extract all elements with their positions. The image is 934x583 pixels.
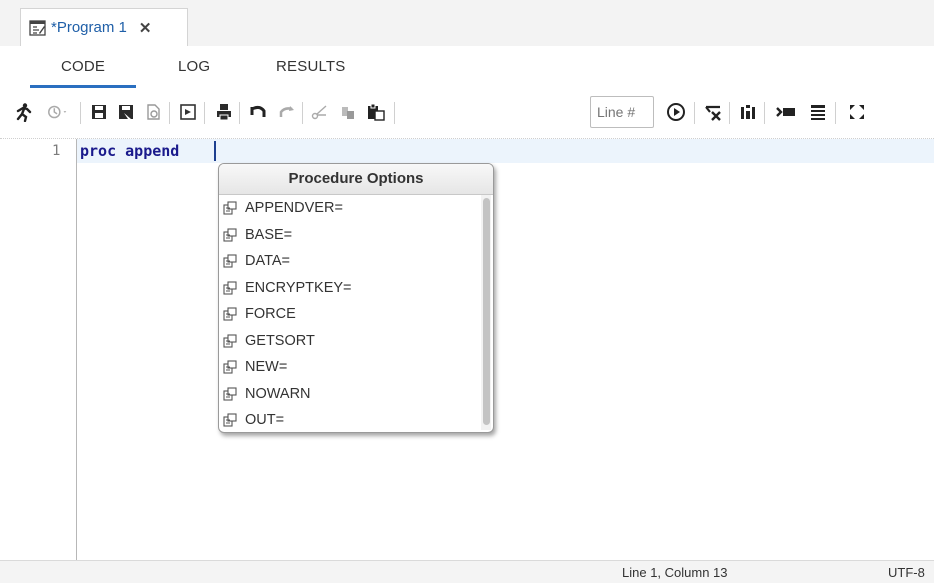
popup-list: APPENDVER= BASE= DATA= ENCRYPTKEY= FORCE GETS… [219, 195, 481, 432]
close-tab-icon[interactable]: ✕ [139, 19, 152, 37]
status-bar: Line 1, Column 13 UTF-8 [0, 560, 934, 583]
toolbar-separator [835, 102, 836, 124]
toolbar-separator [239, 102, 240, 124]
tab-log[interactable]: LOG [178, 58, 210, 75]
option-icon [223, 360, 237, 374]
print-icon[interactable] [212, 100, 236, 124]
popup-item-label: ENCRYPTKEY= [245, 279, 352, 296]
code-line[interactable]: proc append [80, 142, 188, 160]
popup-item[interactable]: NOWARN [219, 381, 481, 408]
popup-item[interactable]: APPENDVER= [219, 195, 481, 222]
paste-icon[interactable] [364, 100, 388, 124]
autocomplete-popup[interactable]: Procedure Options APPENDVER= BASE= DATA= EN… [218, 163, 494, 433]
line-number: 1 [52, 143, 61, 159]
undo-icon[interactable] [246, 100, 270, 124]
popup-item-label: DATA= [245, 253, 290, 270]
popup-item-label: NOWARN [245, 385, 311, 402]
run-icon[interactable] [12, 100, 36, 124]
popup-item[interactable]: BASE= [219, 222, 481, 249]
popup-item-label: NEW= [245, 359, 288, 376]
option-icon [223, 228, 237, 242]
copy-icon[interactable] [336, 100, 360, 124]
option-icon [223, 201, 237, 215]
editor-toolbar [0, 88, 934, 139]
popup-scroll-thumb[interactable] [483, 198, 490, 425]
current-line-highlight [77, 139, 934, 163]
option-icon [223, 281, 237, 295]
editor-subtabs: CODE LOG RESULTS [0, 46, 934, 88]
toolbar-separator [764, 102, 765, 124]
line-number-input[interactable] [590, 96, 654, 128]
toolbar-separator [80, 102, 81, 124]
option-icon [223, 307, 237, 321]
popup-item[interactable]: FORCE [219, 301, 481, 328]
popup-title: Procedure Options [219, 164, 493, 195]
toolbar-separator [694, 102, 695, 124]
save-icon[interactable] [87, 100, 111, 124]
encoding: UTF-8 [888, 565, 925, 580]
format-icon[interactable] [736, 100, 760, 124]
cursor-position: Line 1, Column 13 [622, 565, 728, 580]
outline-icon[interactable] [806, 100, 830, 124]
option-icon [223, 387, 237, 401]
popup-item-label: GETSORT [245, 332, 315, 349]
program-tab[interactable]: *Program 1 ✕ [20, 8, 188, 46]
toolbar-separator [302, 102, 303, 124]
option-icon [223, 254, 237, 268]
option-icon [223, 413, 237, 427]
popup-item-label: APPENDVER= [245, 200, 343, 217]
clear-icon[interactable] [701, 100, 725, 124]
line-gutter [30, 139, 77, 560]
popup-item-label: FORCE [245, 306, 296, 323]
new-icon[interactable] [141, 100, 165, 124]
tab-results[interactable]: RESULTS [276, 58, 345, 75]
cut-icon[interactable] [308, 100, 332, 124]
text-caret [214, 141, 216, 161]
popup-item[interactable]: DATA= [219, 248, 481, 275]
add-snippet-icon[interactable] [774, 100, 798, 124]
toolbar-separator [169, 102, 170, 124]
option-icon [223, 334, 237, 348]
maximize-icon[interactable] [845, 100, 869, 124]
popup-item-label: OUT= [245, 412, 285, 429]
popup-item[interactable]: OUT= [219, 407, 481, 432]
program-tab-label: *Program 1 [51, 19, 127, 36]
popup-item-label: BASE= [245, 226, 293, 243]
save-as-icon[interactable] [114, 100, 138, 124]
go-to-line-icon[interactable] [664, 100, 688, 124]
export-icon[interactable] [176, 100, 200, 124]
tab-code[interactable]: CODE [61, 58, 105, 75]
document-tab-bar: *Program 1 ✕ [0, 0, 934, 47]
popup-item[interactable]: NEW= [219, 354, 481, 381]
toolbar-separator [204, 102, 205, 124]
redo-icon[interactable] [275, 100, 299, 124]
history-icon[interactable] [46, 100, 70, 124]
popup-item[interactable]: ENCRYPTKEY= [219, 275, 481, 302]
popup-item[interactable]: GETSORT [219, 328, 481, 355]
program-icon [29, 19, 47, 37]
toolbar-separator [729, 102, 730, 124]
toolbar-separator [394, 102, 395, 124]
